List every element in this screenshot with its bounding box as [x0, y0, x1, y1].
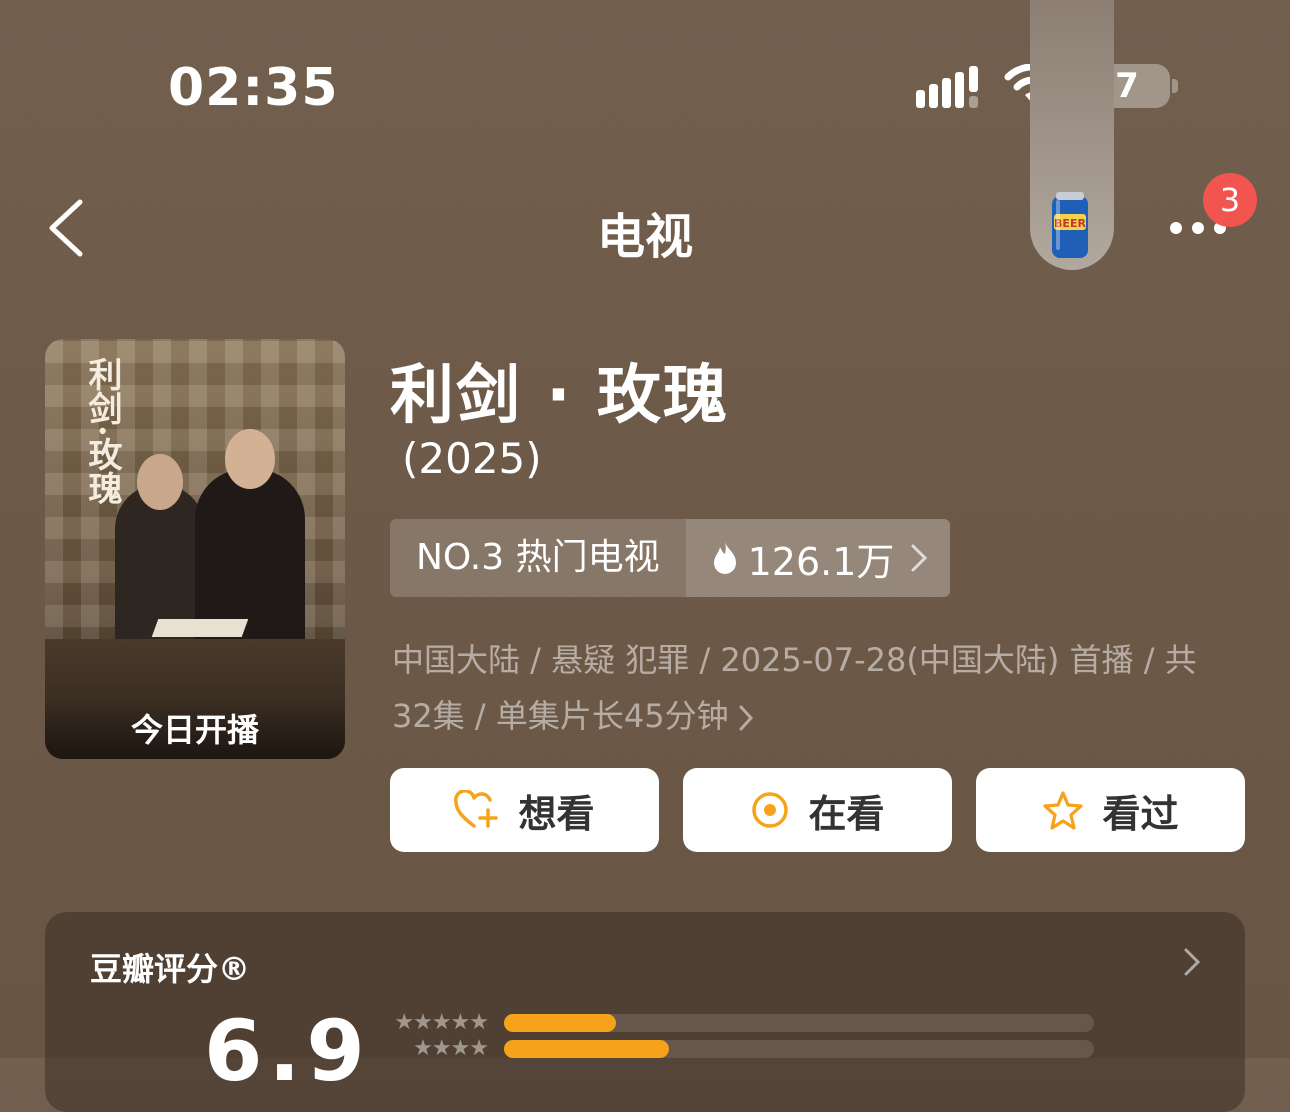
flame-icon [713, 542, 736, 574]
cellular-signal-icon [916, 66, 978, 108]
chevron-right-icon[interactable] [1184, 948, 1200, 976]
heat-value: 126.1万 [747, 539, 895, 584]
star-icon [1043, 791, 1084, 830]
heat-section[interactable]: 126.1万 [685, 519, 951, 597]
meta-line-2: 32集 / 单集片长45分钟 [392, 697, 729, 735]
status-time: 02:35 [168, 58, 339, 118]
chevron-right-icon [911, 544, 928, 572]
rank-label: NO.3 热门电视 [390, 519, 686, 597]
back-icon[interactable] [44, 196, 88, 260]
show-year: (2025) [402, 434, 542, 483]
rating-score: 6.9 [204, 1002, 371, 1100]
chevron-right-icon [739, 705, 753, 731]
meta-line-1: 中国大陆 / 悬疑 犯罪 / 2025-07-28(中国大陆) 首播 / 共 [392, 641, 1197, 679]
want-label: 想看 [518, 791, 595, 836]
rating-bar-fill [504, 1014, 617, 1032]
show-title: 利剑 · 玫瑰 [390, 359, 729, 433]
want-to-watch-button[interactable]: 想看 [390, 768, 659, 852]
ranking-chip[interactable]: NO.3 热门电视 126.1万 [390, 519, 951, 597]
poster-calligraphy: 利剑·玫瑰 [82, 357, 122, 505]
watching-button[interactable]: 在看 [683, 768, 952, 852]
rating-bar-5 [504, 1014, 1094, 1032]
watched-label: 看过 [1102, 791, 1179, 836]
show-poster[interactable]: 利剑·玫瑰 今日开播 [45, 339, 345, 759]
rating-title: 豆瓣评分® [90, 950, 251, 988]
heart-plus-icon [454, 790, 499, 828]
rating-stars-4: ★★★★ [413, 1036, 489, 1061]
beer-can-icon[interactable]: BEER [1046, 190, 1094, 262]
show-meta[interactable]: 中国大陆 / 悬疑 犯罪 / 2025-07-28(中国大陆) 首播 / 共 3… [392, 632, 1242, 744]
page-title: 电视 [596, 209, 693, 265]
notification-badge: 3 [1203, 173, 1257, 227]
rating-stars-5: ★★★★★ [394, 1010, 489, 1035]
rating-bar-4 [504, 1040, 1094, 1058]
watching-label: 在看 [808, 791, 885, 836]
poster-premiere-label: 今日开播 [45, 701, 345, 759]
watched-button[interactable]: 看过 [976, 768, 1245, 852]
target-icon [752, 792, 789, 828]
rating-bar-fill [504, 1040, 670, 1058]
